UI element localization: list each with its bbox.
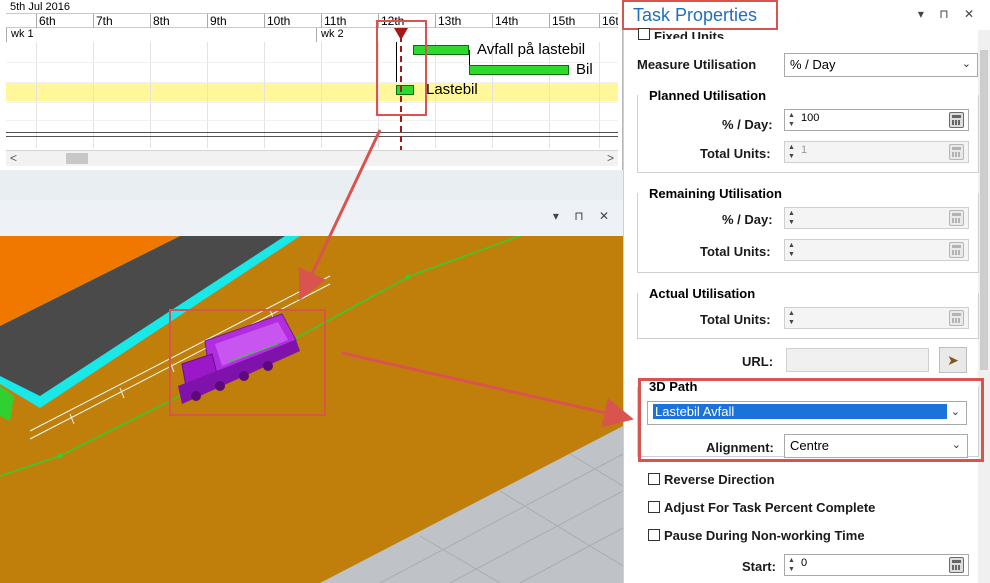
remaining-total-label: Total Units: [700,244,771,259]
stepper-arrows-icon: ▲ ▼ [788,144,795,160]
gantt-day: 8th [150,14,207,28]
measure-utilisation-value: % / Day [790,57,836,72]
scroll-thumb[interactable] [66,153,88,164]
url-input[interactable] [786,348,929,372]
fixed-units-checkbox[interactable] [638,28,650,40]
gantt-week: wk 2 [316,28,344,42]
calculator-icon[interactable] [949,112,964,128]
remaining-per-day-label: % / Day: [722,212,773,227]
view3d-window-buttons[interactable]: ▾ ⊓ ✕ [553,209,615,223]
fixed-units-label: Fixed Units [654,29,725,39]
scene-green-object [0,386,14,421]
planned-per-day-label: % / Day: [722,117,773,132]
pause-nonworking-label: Pause During Non-working Time [664,528,865,543]
gantt-highlight-box [376,20,427,116]
planned-utilisation-title: Planned Utilisation [646,88,770,103]
gantt-horizontal-scrollbar[interactable]: < > [6,150,618,166]
stepper-arrows-icon[interactable]: ▲ ▼ [786,111,797,129]
remaining-total-input[interactable]: ▲ ▼ [784,239,969,261]
task-label: Lastebil [426,81,478,98]
gantt-separator [6,136,618,137]
reverse-direction-label: Reverse Direction [664,472,775,487]
actual-total-label: Total Units: [700,312,771,327]
panel-scrollbar[interactable] [978,30,990,583]
gantt-day: 6th [36,14,93,28]
planned-total-input[interactable]: ▲ ▼ 1 [784,141,969,163]
actual-utilisation-title: Actual Utilisation [646,286,759,301]
dependency-link [469,50,470,65]
scene-gray-floor [320,426,623,583]
remaining-utilisation-group [637,193,979,273]
gantt-day-row: 6th 7th 8th 9th 10th 11th 12th 13th 14th… [6,13,618,28]
measure-utilisation-select[interactable]: % / Day ⌄ [784,53,978,77]
gantt-chart[interactable]: 5th Jul 2016 6th 7th 8th 9th 10th 11th 1… [0,0,623,170]
gantt-day: 7th [93,14,150,28]
panel-window-buttons[interactable]: ▾ ⊓ ✕ [918,7,980,21]
highlight-box [638,378,984,462]
url-label: URL: [742,354,774,369]
scroll-right-arrow-icon[interactable]: > [607,151,614,166]
gantt-week: wk 1 [6,28,34,42]
gantt-separator [6,132,618,133]
calculator-icon [949,210,964,226]
task-label: Bil [576,61,593,78]
measure-utilisation-label: Measure Utilisation [637,57,757,72]
gantt-day: 9th [207,14,264,28]
task-properties-panel: Task Properties ▾ ⊓ ✕ Fixed Units Measur… [622,0,990,583]
calculator-icon[interactable] [949,557,964,573]
gantt-day: 15th [549,14,599,28]
stepper-arrows-icon: ▲ ▼ [788,210,795,226]
hyperlink-icon[interactable]: ➤ [939,347,967,373]
planned-per-day-input[interactable]: ▲ ▼ 100 [784,109,969,131]
gantt-row-highlight [6,82,618,101]
stepper-arrows-icon: ▲ ▼ [788,310,795,326]
calculator-icon [949,310,964,326]
chevron-down-icon: ⌄ [961,58,971,70]
start-label: Start: [742,559,776,574]
calculator-icon [949,144,964,160]
gantt-day: 13th [435,14,492,28]
remaining-per-day-input[interactable]: ▲ ▼ [784,207,969,229]
scroll-left-arrow-icon[interactable]: < [10,151,17,166]
stepper-arrows-icon: ▲ ▼ [788,242,795,258]
gantt-week-row: wk 1 wk 2 [6,28,618,42]
gantt-date-header: 5th Jul 2016 [10,1,70,13]
actual-total-input[interactable]: ▲ ▼ [784,307,969,329]
task-bar-bil[interactable] [469,65,569,75]
pause-nonworking-checkbox[interactable] [648,529,660,541]
calculator-icon [949,242,964,258]
truck-highlight-box [169,309,326,416]
panel-scroll-thumb[interactable] [980,50,988,370]
path-node [405,274,411,280]
reverse-direction-checkbox[interactable] [648,473,660,485]
adjust-percent-label: Adjust For Task Percent Complete [664,500,876,515]
gantt-day: 10th [264,14,321,28]
start-input[interactable]: ▲ ▼ 0 [784,554,969,576]
gantt-day: 11th [321,14,378,28]
view3d-header: ▾ ⊓ ✕ [0,200,623,236]
planned-total-label: Total Units: [700,146,771,161]
task-label: Avfall på lastebil [477,41,586,58]
stepper-arrows-icon[interactable]: ▲ ▼ [786,556,797,574]
adjust-percent-checkbox[interactable] [648,501,660,513]
gantt-day: 16t [599,14,618,28]
remaining-utilisation-title: Remaining Utilisation [646,186,785,201]
path-node [57,453,63,459]
gantt-day: 14th [492,14,549,28]
